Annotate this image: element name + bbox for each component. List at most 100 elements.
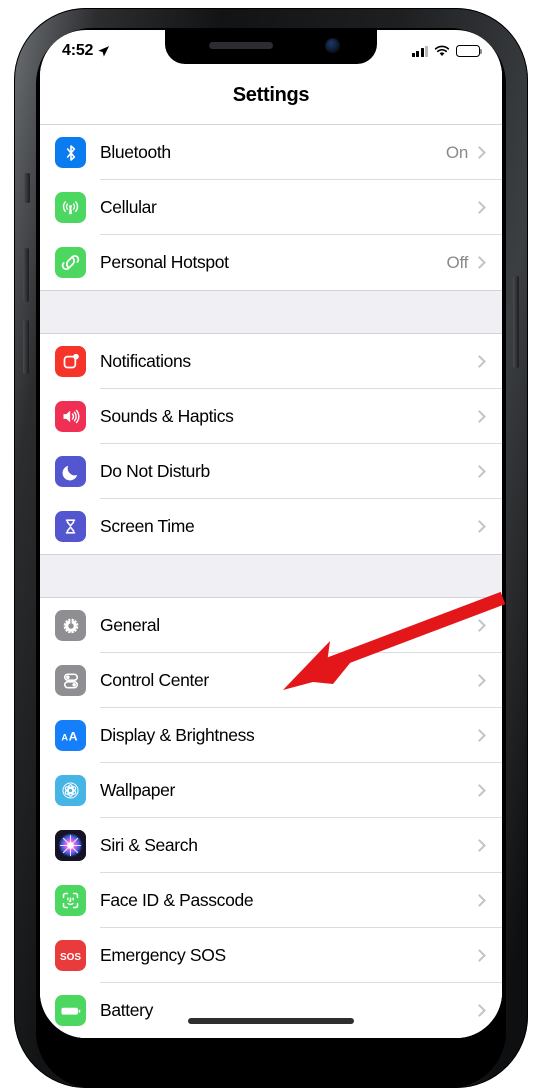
settings-row-label: Siri & Search [100, 835, 198, 855]
settings-row-accessory [473, 520, 502, 533]
navigation-bar: Settings [40, 66, 502, 124]
settings-row-accessory [473, 619, 502, 632]
settings-row-label: Emergency SOS [100, 945, 226, 965]
volume-up-button[interactable] [23, 248, 29, 302]
settings-row-control-center[interactable]: Control Center [40, 653, 502, 708]
settings-row-general[interactable]: General [40, 598, 502, 653]
chevron-right-icon [473, 839, 486, 852]
settings-row-label: Notifications [100, 351, 191, 371]
system-group: General Control Center A A Display & Brightn… [40, 597, 502, 1038]
home-indicator[interactable] [188, 1018, 354, 1024]
settings-row-label: Bluetooth [100, 142, 171, 162]
chevron-right-icon [473, 729, 486, 742]
settings-row-accessory [473, 1004, 502, 1017]
status-bar-left: 4:52 [62, 42, 110, 60]
settings-row-emergency-sos[interactable]: SOS Emergency SOS [40, 928, 502, 983]
settings-row-label: Wallpaper [100, 780, 175, 800]
settings-row-accessory [473, 784, 502, 797]
settings-row-accessory [473, 949, 502, 962]
status-time: 4:52 [62, 42, 94, 59]
settings-row-accessory [473, 201, 502, 214]
general-gear-icon [55, 610, 86, 641]
earpiece-speaker-icon [209, 42, 273, 49]
settings-row-label: Display & Brightness [100, 725, 255, 745]
group-separator [40, 291, 502, 333]
svg-text:SOS: SOS [60, 952, 81, 963]
settings-row-face-id-passcode[interactable]: Face ID & Passcode [40, 873, 502, 928]
siri-icon [55, 830, 86, 861]
settings-row-battery[interactable]: Battery [40, 983, 502, 1038]
settings-list[interactable]: Bluetooth On Cellular Personal Hotspot Off No… [40, 124, 502, 1038]
settings-row-label: Cellular [100, 197, 157, 217]
face-id-icon [55, 885, 86, 916]
connectivity-group: Bluetooth On Cellular Personal Hotspot Off [40, 124, 502, 291]
alerts-group: Notifications Sounds & Haptics Do Not Dist… [40, 333, 502, 555]
screen-time-icon [55, 511, 86, 542]
page-title: Settings [232, 83, 310, 106]
chevron-right-icon [473, 894, 486, 907]
svg-text:A: A [68, 729, 77, 743]
settings-row-accessory [473, 355, 502, 368]
settings-row-do-not-disturb[interactable]: Do Not Disturb [40, 444, 502, 499]
cellular-icon [55, 192, 86, 223]
settings-row-accessory [473, 410, 502, 423]
chevron-right-icon [473, 355, 486, 368]
display-brightness-icon: AA [55, 720, 86, 751]
front-camera-icon [326, 39, 339, 52]
battery-icon [456, 45, 483, 57]
settings-row-accessory [473, 839, 502, 852]
settings-row-value: Off [446, 252, 469, 272]
settings-row-accessory [473, 674, 502, 687]
settings-row-label: Screen Time [100, 516, 195, 536]
settings-row-accessory [473, 894, 502, 907]
wifi-icon [434, 45, 450, 56]
battery-settings-icon [55, 995, 86, 1026]
settings-row-accessory: On [446, 143, 502, 163]
settings-row-label: Sounds & Haptics [100, 406, 234, 426]
bluetooth-icon [55, 137, 86, 168]
settings-row-sounds-haptics[interactable]: Sounds & Haptics [40, 389, 502, 444]
cellular-signal-icon [411, 45, 428, 57]
control-center-icon [55, 665, 86, 696]
settings-row-notifications[interactable]: Notifications [40, 334, 502, 389]
notch [165, 30, 377, 64]
settings-row-wallpaper[interactable]: Wallpaper [40, 763, 502, 818]
chevron-right-icon [473, 674, 486, 687]
chevron-right-icon [473, 465, 486, 478]
settings-row-value: On [445, 142, 468, 162]
settings-row-cellular[interactable]: Cellular [40, 180, 502, 235]
sounds-haptics-icon [55, 401, 86, 432]
chevron-right-icon [473, 520, 486, 533]
location-arrow-icon [98, 45, 110, 57]
volume-down-button[interactable] [23, 320, 29, 374]
group-separator [40, 555, 502, 597]
settings-row-label: Face ID & Passcode [100, 890, 254, 910]
svg-text:A: A [61, 732, 68, 742]
settings-row-accessory: Off [447, 253, 502, 273]
silent-switch[interactable] [24, 173, 30, 203]
settings-row-label: Battery [100, 1000, 153, 1020]
settings-row-accessory [473, 465, 502, 478]
settings-row-label: Do Not Disturb [100, 461, 210, 481]
chevron-right-icon [473, 201, 486, 214]
chevron-right-icon [473, 784, 486, 797]
chevron-right-icon [473, 949, 486, 962]
notifications-icon [55, 346, 86, 377]
chevron-right-icon [473, 146, 486, 159]
settings-row-display-brightness[interactable]: A A Display & Brightness [40, 708, 502, 763]
status-bar-right [411, 45, 483, 57]
settings-row-screen-time[interactable]: Screen Time [40, 499, 502, 554]
power-button[interactable] [513, 276, 519, 368]
chevron-right-icon [473, 410, 486, 423]
chevron-right-icon [473, 256, 486, 269]
settings-row-bluetooth[interactable]: Bluetooth On [40, 125, 502, 180]
do-not-disturb-icon [55, 456, 86, 487]
chevron-right-icon [473, 1004, 486, 1017]
wallpaper-icon [55, 775, 86, 806]
personal-hotspot-icon [55, 247, 86, 278]
emergency-sos-icon: SOS [55, 940, 86, 971]
settings-row-siri-search[interactable]: Siri & Search [40, 818, 502, 873]
settings-row-accessory [473, 729, 502, 742]
settings-row-personal-hotspot[interactable]: Personal Hotspot Off [40, 235, 502, 290]
phone-screen: 4:52 Settings Bluetooth On Cellular Persona… [40, 30, 502, 1038]
